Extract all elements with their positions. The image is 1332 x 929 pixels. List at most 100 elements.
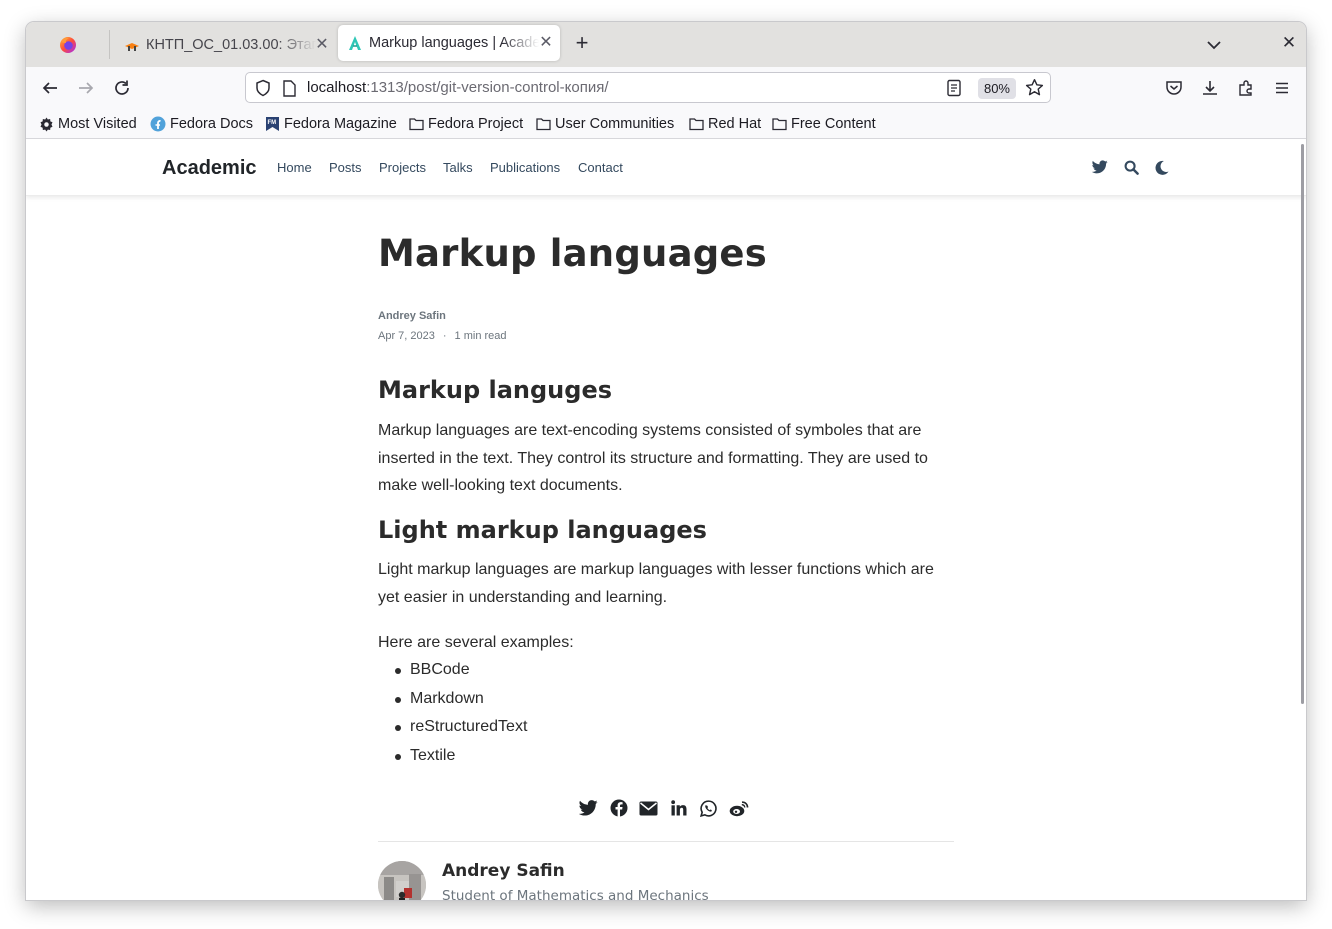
moodle-icon [124,37,140,53]
whatsapp-icon[interactable] [698,798,719,819]
bookmark-fedora-project[interactable]: Fedora Project [408,115,523,133]
tab-title: Markup languages | Academic [369,35,539,51]
folder-icon [771,116,787,132]
page-content: Academic Home Posts Projects Talks Publi… [26,140,1306,900]
section-paragraph: Markup languages are text-encoding syste… [378,422,928,494]
site-brand[interactable]: Academic [162,157,257,180]
list-item: reStructuredText [378,713,527,742]
nav-link-posts[interactable]: Posts [329,160,362,175]
bookmark-fedora-docs[interactable]: Fedora Docs [150,115,253,133]
bookmark-free-content[interactable]: Free Content [771,115,876,133]
close-tab-icon[interactable]: ✕ [314,36,330,53]
nav-link-contact[interactable]: Contact [578,160,623,175]
email-icon[interactable] [638,798,659,819]
reload-icon [115,80,129,95]
avatar[interactable] [378,861,426,900]
app-menu-button[interactable] [1271,77,1293,99]
download-icon [1203,81,1217,95]
page-scrollbar[interactable] [1301,144,1304,704]
dark-mode-moon-icon[interactable] [1154,159,1170,175]
list-all-tabs-button[interactable] [1204,35,1224,55]
bookmark-user-communities[interactable]: User Communities [535,115,674,133]
shield-icon[interactable] [254,79,272,102]
nav-link-publications[interactable]: Publications [490,160,560,175]
bookmarks-toolbar: Most Visited Fedora Docs FM Fedora Magaz… [26,109,1306,139]
nav-link-talks[interactable]: Talks [443,160,473,175]
twitter-icon[interactable] [1092,159,1108,175]
list-item: BBCode [378,656,527,685]
nav-toolbar: localhost:1313/post/git-version-control-… [26,67,1306,109]
extensions-button[interactable] [1235,77,1257,99]
bookmark-label: Red Hat [708,116,762,132]
bookmark-label: Fedora Magazine [284,116,397,132]
forward-button[interactable] [75,77,97,99]
firefox-icon [59,36,77,54]
close-tab-icon[interactable]: ✕ [538,35,554,51]
author-photo [378,861,426,900]
back-arrow-icon [42,82,57,94]
new-tab-button[interactable]: + [571,32,593,55]
tab-moodle[interactable]: КНТП_ОС_01.03.00: Этап ✕ [110,22,336,67]
section-heading: Markup languges [378,376,613,404]
author-card-name[interactable]: Andrey Safin [442,861,565,881]
tab-strip: КНТП_ОС_01.03.00: Этап ✕ Markup language… [26,22,1306,67]
section-heading: Light markup languages [378,516,707,544]
author-card-role: Student of Mathematics and Mechanics [442,888,709,900]
facebook-icon[interactable] [608,798,629,819]
share-buttons [578,797,749,819]
hamburger-menu-icon [1276,82,1288,94]
bookmark-red-hat[interactable]: Red Hat [688,115,761,133]
fedora-logo-icon [150,116,166,132]
url-host: localhost [307,79,367,96]
article-date: Apr 7, 2023 [378,330,435,342]
forward-arrow-icon [79,82,94,94]
back-button[interactable] [39,77,61,99]
url-text[interactable]: localhost:1313/post/git-version-control-… [307,79,609,96]
section-paragraph: Light markup languages are markup langua… [378,561,934,606]
url-path: :1313/post/git-version-control-копия/ [366,79,609,96]
folder-icon [408,116,424,132]
article-meta: Apr 7, 2023 · 1 min read [378,330,507,342]
bookmark-star-icon[interactable] [1025,78,1044,102]
content-divider [378,841,954,842]
examples-list: BBCode Markdown reStructuredText Textile [378,656,527,771]
reload-button[interactable] [111,77,133,99]
bookmark-label: Free Content [791,116,876,132]
article-title: Markup languages [378,232,767,275]
page-info-icon[interactable] [282,80,296,102]
search-icon[interactable] [1123,159,1139,175]
bookmark-most-visited[interactable]: Most Visited [38,115,137,133]
article-read-time: 1 min read [454,330,507,342]
linkedin-icon[interactable] [668,798,689,819]
fedora-magazine-icon: FM [264,116,280,132]
reader-view-icon[interactable] [946,79,962,102]
close-window-button[interactable]: ✕ [1279,33,1299,53]
weibo-icon[interactable] [728,798,749,819]
folder-icon [535,116,551,132]
twitter-icon[interactable] [578,798,599,819]
tab-markup-languages[interactable]: Markup languages | Academic ✕ [338,25,560,61]
site-navbar: Academic Home Posts Projects Talks Publi… [26,140,1306,196]
puzzle-icon [1239,80,1252,96]
url-bar[interactable]: localhost:1313/post/git-version-control-… [245,72,1051,103]
tab-title: КНТП_ОС_01.03.00: Этап [146,36,316,53]
chevron-down-icon [1207,41,1221,50]
firefox-view-button[interactable] [26,22,109,67]
list-item: Markdown [378,685,527,714]
examples-intro: Here are several examples: [378,634,574,651]
gear-icon [38,116,54,132]
bookmark-label: Fedora Docs [170,116,254,132]
pocket-button[interactable] [1163,77,1185,99]
zoom-level-badge[interactable]: 80% [977,78,1016,99]
article-author[interactable]: Andrey Safin [378,310,446,322]
nav-link-projects[interactable]: Projects [379,160,426,175]
browser-window: КНТП_ОС_01.03.00: Этап ✕ Markup language… [26,22,1306,900]
meta-separator: · [442,330,447,342]
nav-link-home[interactable]: Home [277,160,312,175]
hugo-academic-icon [347,35,363,51]
svg-text:FM: FM [267,120,276,126]
bookmark-fedora-magazine[interactable]: FM Fedora Magazine [264,115,397,133]
bookmark-label: Fedora Project [428,116,524,132]
downloads-button[interactable] [1199,77,1221,99]
list-item: Textile [378,742,527,771]
